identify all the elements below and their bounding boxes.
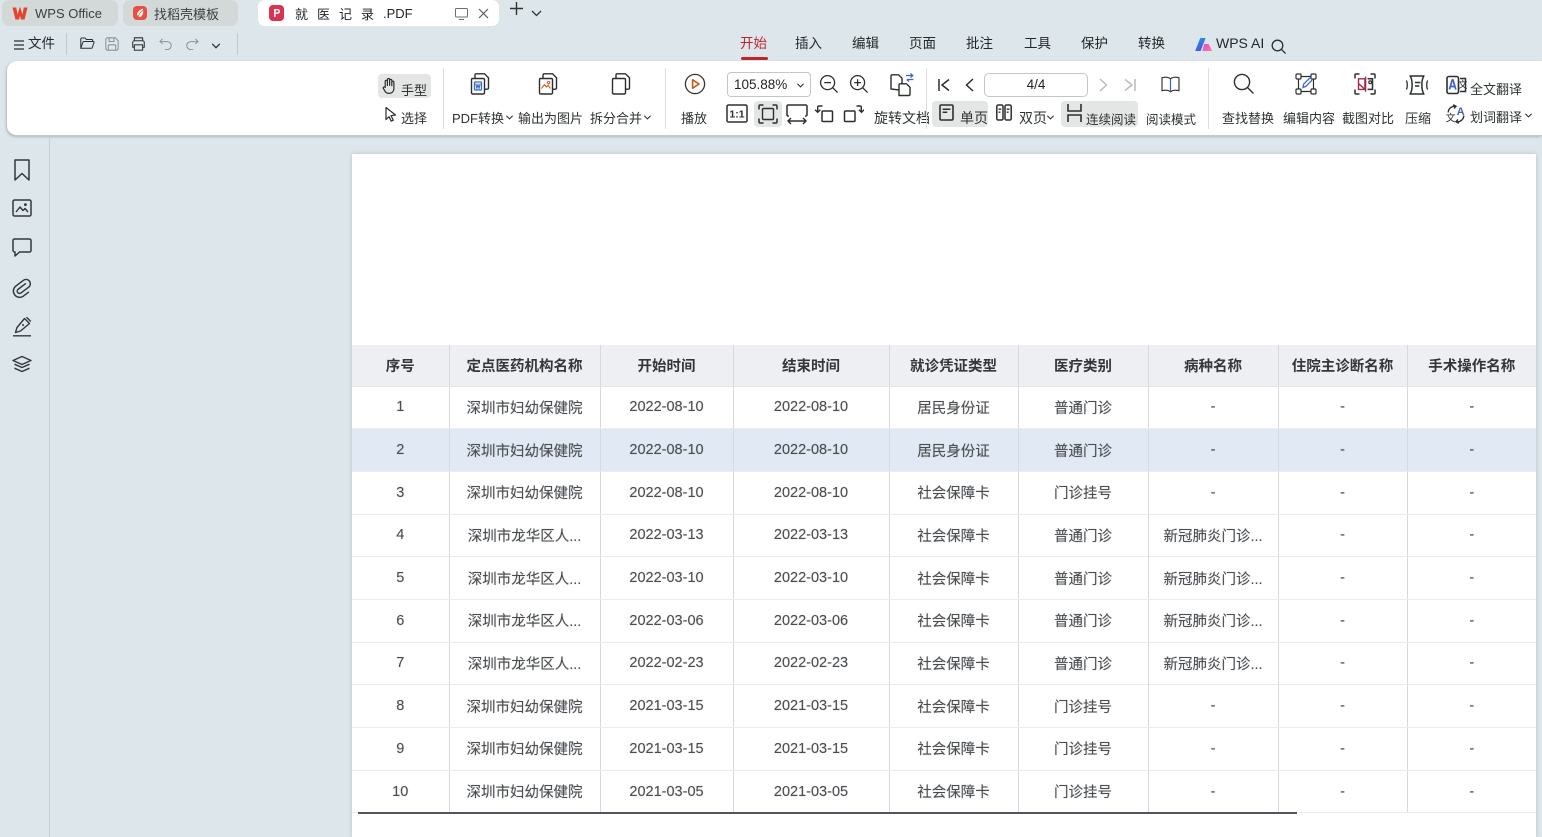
svg-text:文: 文 — [1458, 77, 1467, 91]
svg-text:A: A — [1457, 106, 1465, 118]
svg-text:1:1: 1:1 — [729, 109, 744, 121]
svg-text:文: 文 — [1446, 110, 1456, 125]
